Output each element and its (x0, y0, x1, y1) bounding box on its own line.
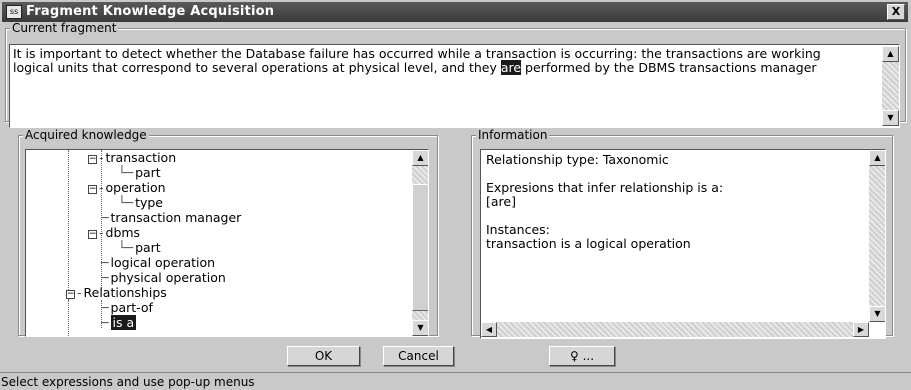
status-bar: Select expressions and use pop-up menus (0, 372, 911, 390)
fragment-knowledge-window: ss Fragment Knowledge Acquisition X Curr… (0, 0, 911, 390)
tree-node[interactable]: − - transaction (88, 151, 176, 165)
collapse-toggle-icon[interactable]: − (88, 185, 97, 194)
scroll-up-arrow-icon[interactable]: ▲ (412, 150, 428, 166)
scroll-thumb[interactable] (412, 184, 428, 311)
tree-node-label[interactable]: type (135, 195, 163, 210)
tree-connector-icon: ─ (101, 315, 109, 330)
expressions-value: [are] (486, 194, 516, 209)
tree-node[interactable]: └─ type (118, 196, 163, 210)
ok-button[interactable]: OK (287, 346, 360, 366)
title-bar[interactable]: ss Fragment Knowledge Acquisition X (2, 2, 908, 22)
tree-connector-icon: ─ (101, 270, 109, 285)
tree-node-label[interactable]: is a (110, 315, 137, 330)
scroll-down-arrow-icon[interactable]: ▼ (869, 306, 885, 322)
tree-node[interactable]: ─ transaction manager (101, 211, 241, 225)
tree-node[interactable]: ─ logical operation (101, 256, 215, 270)
cancel-button[interactable]: Cancel (383, 346, 454, 366)
tree-node-label[interactable]: transaction (106, 150, 177, 165)
window-title: Fragment Knowledge Acquisition (26, 4, 275, 19)
scroll-down-arrow-icon[interactable]: ▼ (882, 110, 899, 126)
tree-node-label[interactable]: Relationships (84, 285, 167, 300)
information-panel[interactable]: Relationship type: Taxonomic Expresions … (480, 149, 886, 339)
knowledge-tree[interactable]: − - transaction └─ part − - operation └─ type ─ tra… (25, 149, 429, 337)
tree-node-label[interactable]: part (135, 240, 161, 255)
tree-connector-icon: - (99, 225, 104, 240)
info-vertical-scrollbar[interactable]: ▲ ▼ (869, 150, 885, 322)
instances-value: transaction is a logical operation (486, 236, 691, 251)
tree-connector-icon: └─ (118, 240, 134, 255)
fragment-text[interactable]: It is important to detect whether the Da… (13, 47, 863, 75)
fragment-vertical-scrollbar[interactable]: ▲ ▼ (882, 46, 899, 126)
collapse-toggle-icon[interactable]: − (88, 155, 97, 164)
tree-node[interactable]: └─ part (118, 166, 161, 180)
acquired-knowledge-group: Acquired knowledge − - transaction └─ part − -… (18, 128, 438, 337)
info-horizontal-scrollbar[interactable]: ◀ ▶ (481, 322, 869, 337)
scroll-up-arrow-icon[interactable]: ▲ (882, 46, 899, 62)
information-group: Information Relationship type: Taxonomic… (471, 128, 893, 339)
tree-connector-icon: └─ (118, 195, 134, 210)
scroll-up-arrow-icon[interactable]: ▲ (869, 150, 885, 166)
fragment-text-area[interactable]: It is important to detect whether the Da… (9, 44, 900, 128)
instances-label: Instances: (486, 222, 550, 237)
tree-guide-line (68, 300, 69, 336)
tree-vertical-scrollbar[interactable]: ▲ ▼ (412, 150, 428, 336)
tree-node[interactable]: − - Relationships (66, 286, 167, 300)
tree-node[interactable]: − - dbms (88, 226, 140, 240)
acquired-knowledge-legend: Acquired knowledge (23, 128, 149, 142)
status-text: Select expressions and use pop-up menus (1, 375, 255, 389)
tree-node[interactable]: ─ physical operation (101, 271, 226, 285)
tree-connector-icon: ─ (101, 210, 109, 225)
close-button[interactable]: X (887, 4, 905, 20)
scroll-down-arrow-icon[interactable]: ▼ (412, 320, 428, 336)
tree-connector-icon: - (99, 180, 104, 195)
tree-node-label[interactable]: part-of (111, 300, 153, 315)
hint-button[interactable]: ♀ ... (549, 346, 615, 366)
information-legend: Information (476, 128, 550, 142)
tree-node-label[interactable]: transaction manager (111, 210, 242, 225)
tree-connector-icon: - (77, 285, 82, 300)
tree-connector-icon: ─ (101, 300, 109, 315)
tree-node[interactable]: ─ is a (101, 315, 137, 330)
current-fragment-legend: Current fragment (10, 21, 119, 35)
expressions-label: Expresions that infer relationship is a: (486, 180, 724, 195)
collapse-toggle-icon[interactable]: − (88, 230, 97, 239)
relationship-type: Relationship type: Taxonomic (486, 152, 669, 167)
tree-connector-icon: ─ (101, 255, 109, 270)
scroll-left-arrow-icon[interactable]: ◀ (481, 322, 497, 337)
tree-node-label[interactable]: operation (106, 180, 166, 195)
tree-node-label[interactable]: logical operation (111, 255, 216, 270)
fragment-text-after: performed by the DBMS transactions manag… (521, 59, 817, 75)
current-fragment-group: Current fragment It is important to dete… (5, 21, 906, 128)
tree-node[interactable]: − - operation (88, 181, 166, 195)
scroll-right-arrow-icon[interactable]: ▶ (853, 322, 869, 337)
tree-node-label[interactable]: dbms (106, 225, 141, 240)
selected-expression[interactable]: are (500, 59, 522, 75)
app-icon[interactable]: ss (6, 5, 22, 19)
tree-node[interactable]: └─ part (118, 241, 161, 255)
tree-connector-icon: - (99, 150, 104, 165)
collapse-toggle-icon[interactable]: − (66, 290, 75, 299)
tree-node[interactable]: ─ part-of (101, 301, 153, 315)
tree-connector-icon: └─ (118, 165, 134, 180)
tree-node-label[interactable]: physical operation (111, 270, 226, 285)
tree-node-label[interactable]: part (135, 165, 161, 180)
